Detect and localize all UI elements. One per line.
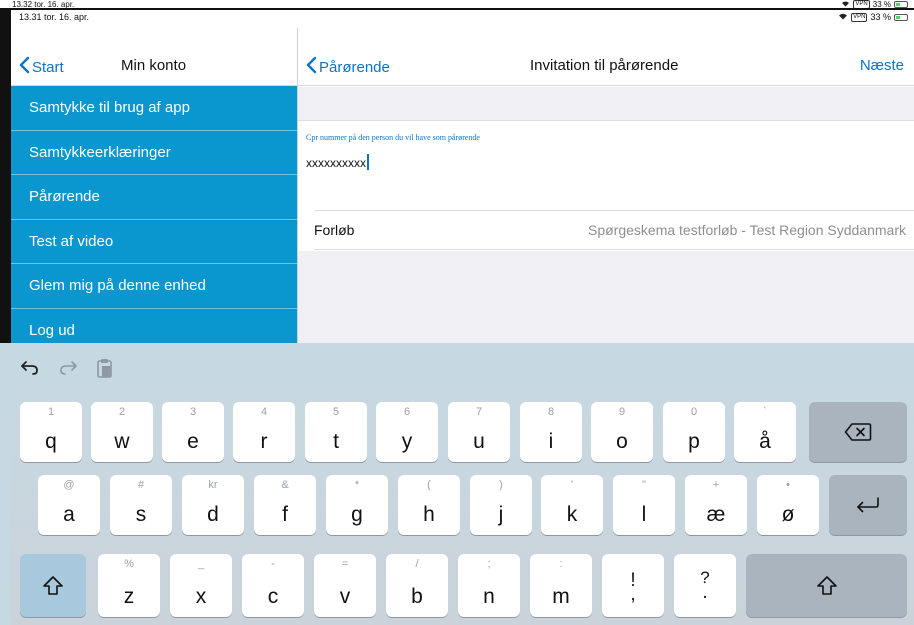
key-ae[interactable]: + æ	[685, 475, 747, 535]
key-o[interactable]: 9o	[591, 402, 653, 462]
menu-item-consent-app[interactable]: Samtykke til brug af app	[11, 86, 297, 131]
shift-icon	[746, 554, 907, 617]
backspace-icon	[809, 402, 907, 462]
key-question-period[interactable]: ? .	[674, 554, 736, 617]
key-s[interactable]: # s	[110, 475, 172, 535]
key-p[interactable]: 0p	[663, 402, 725, 462]
battery-text: 33 %	[870, 12, 891, 22]
key-l[interactable]: " l	[613, 475, 675, 535]
section-spacer	[298, 87, 914, 121]
return-icon	[829, 475, 907, 535]
key-h[interactable]: (h	[398, 475, 460, 535]
menu-item-forget-device[interactable]: Glem mig på denne enhed	[11, 264, 297, 309]
key-aa[interactable]: ` å	[734, 402, 796, 462]
key-j[interactable]: ) j	[470, 475, 532, 535]
content-background	[298, 251, 914, 346]
text-caret	[367, 154, 369, 170]
keyboard-toolbar	[20, 357, 114, 379]
key-w[interactable]: 2w	[91, 402, 153, 462]
screen: 13.32 tor. 16. apr. VPN 33 % 13.31 tor. …	[0, 0, 914, 625]
key-g[interactable]: * g	[326, 475, 388, 535]
key-x[interactable]: _ x	[170, 554, 232, 617]
back-button-relatives[interactable]: Pårørende	[306, 56, 390, 78]
course-row[interactable]: Forløb Spørgeskema testforløb - Test Reg…	[314, 210, 914, 250]
chevron-left-icon	[19, 56, 30, 78]
key-oe[interactable]: • ø	[757, 475, 819, 535]
account-menu: Samtykke til brug af app Samtykkeerklæri…	[11, 86, 297, 346]
key-u[interactable]: 7u	[448, 402, 510, 462]
battery-icon	[894, 1, 908, 8]
course-value: Spørgeskema testforløb - Test Region Syd…	[588, 222, 906, 238]
cpr-field-label: Cpr nummer på den person du vil have som…	[306, 133, 480, 142]
key-q[interactable]: 1q	[20, 402, 82, 462]
key-k[interactable]: ' k	[541, 475, 603, 535]
key-i[interactable]: 8i	[520, 402, 582, 462]
menu-item-consent-declarations[interactable]: Samtykkeerklæringer	[11, 131, 297, 175]
back-label: Pårørende	[319, 58, 390, 76]
key-exclamation-comma[interactable]: ! ,	[602, 554, 664, 617]
shift-key-left[interactable]	[20, 554, 86, 617]
next-button[interactable]: Næste	[860, 57, 904, 74]
key-n[interactable]: ; n	[458, 554, 520, 617]
paste-icon[interactable]	[96, 357, 114, 379]
key-b[interactable]: / b	[386, 554, 448, 617]
right-navigation-bar: Pårørende Invitation til pårørende Næste	[298, 28, 914, 86]
menu-item-test-video[interactable]: Test af video	[11, 220, 297, 264]
shift-key-right[interactable]	[746, 554, 907, 617]
key-v[interactable]: = v	[314, 554, 376, 617]
key-t[interactable]: 5t	[305, 402, 367, 462]
key-y[interactable]: 6y	[376, 402, 438, 462]
back-label: Start	[32, 58, 64, 76]
key-a[interactable]: @ a	[38, 475, 100, 535]
key-r[interactable]: 4r	[233, 402, 295, 462]
chevron-left-icon	[306, 56, 317, 78]
course-label: Forløb	[314, 222, 355, 238]
cpr-input[interactable]: xxxxxxxxxx	[306, 156, 366, 170]
key-c[interactable]: -c	[242, 554, 304, 617]
vpn-badge: VPN	[851, 12, 868, 22]
status-time: 13.31 tor. 16. apr.	[19, 12, 90, 22]
key-e[interactable]: 3e	[162, 402, 224, 462]
key-m[interactable]: :m	[530, 554, 592, 617]
wifi-icon	[838, 12, 848, 22]
undo-icon[interactable]	[20, 359, 40, 377]
backspace-key[interactable]	[809, 402, 907, 462]
back-button-start[interactable]: Start	[19, 56, 64, 78]
cpr-field[interactable]: Cpr nummer på den person du vil have som…	[298, 121, 914, 210]
left-nav-title: Min konto	[121, 57, 187, 74]
return-key[interactable]	[829, 475, 907, 535]
key-z[interactable]: % z	[98, 554, 160, 617]
shift-icon	[20, 554, 86, 617]
battery-icon	[894, 13, 908, 21]
key-f[interactable]: & f	[254, 475, 316, 535]
menu-item-relatives[interactable]: Pårørende	[11, 175, 297, 220]
status-bar: 13.31 tor. 16. apr. VPN 33 %	[11, 10, 914, 28]
page-title: Invitation til pårørende	[530, 57, 679, 74]
left-navigation-bar: Start Min konto	[11, 28, 297, 86]
key-d[interactable]: kr d	[182, 475, 244, 535]
redo-icon[interactable]	[58, 359, 78, 377]
